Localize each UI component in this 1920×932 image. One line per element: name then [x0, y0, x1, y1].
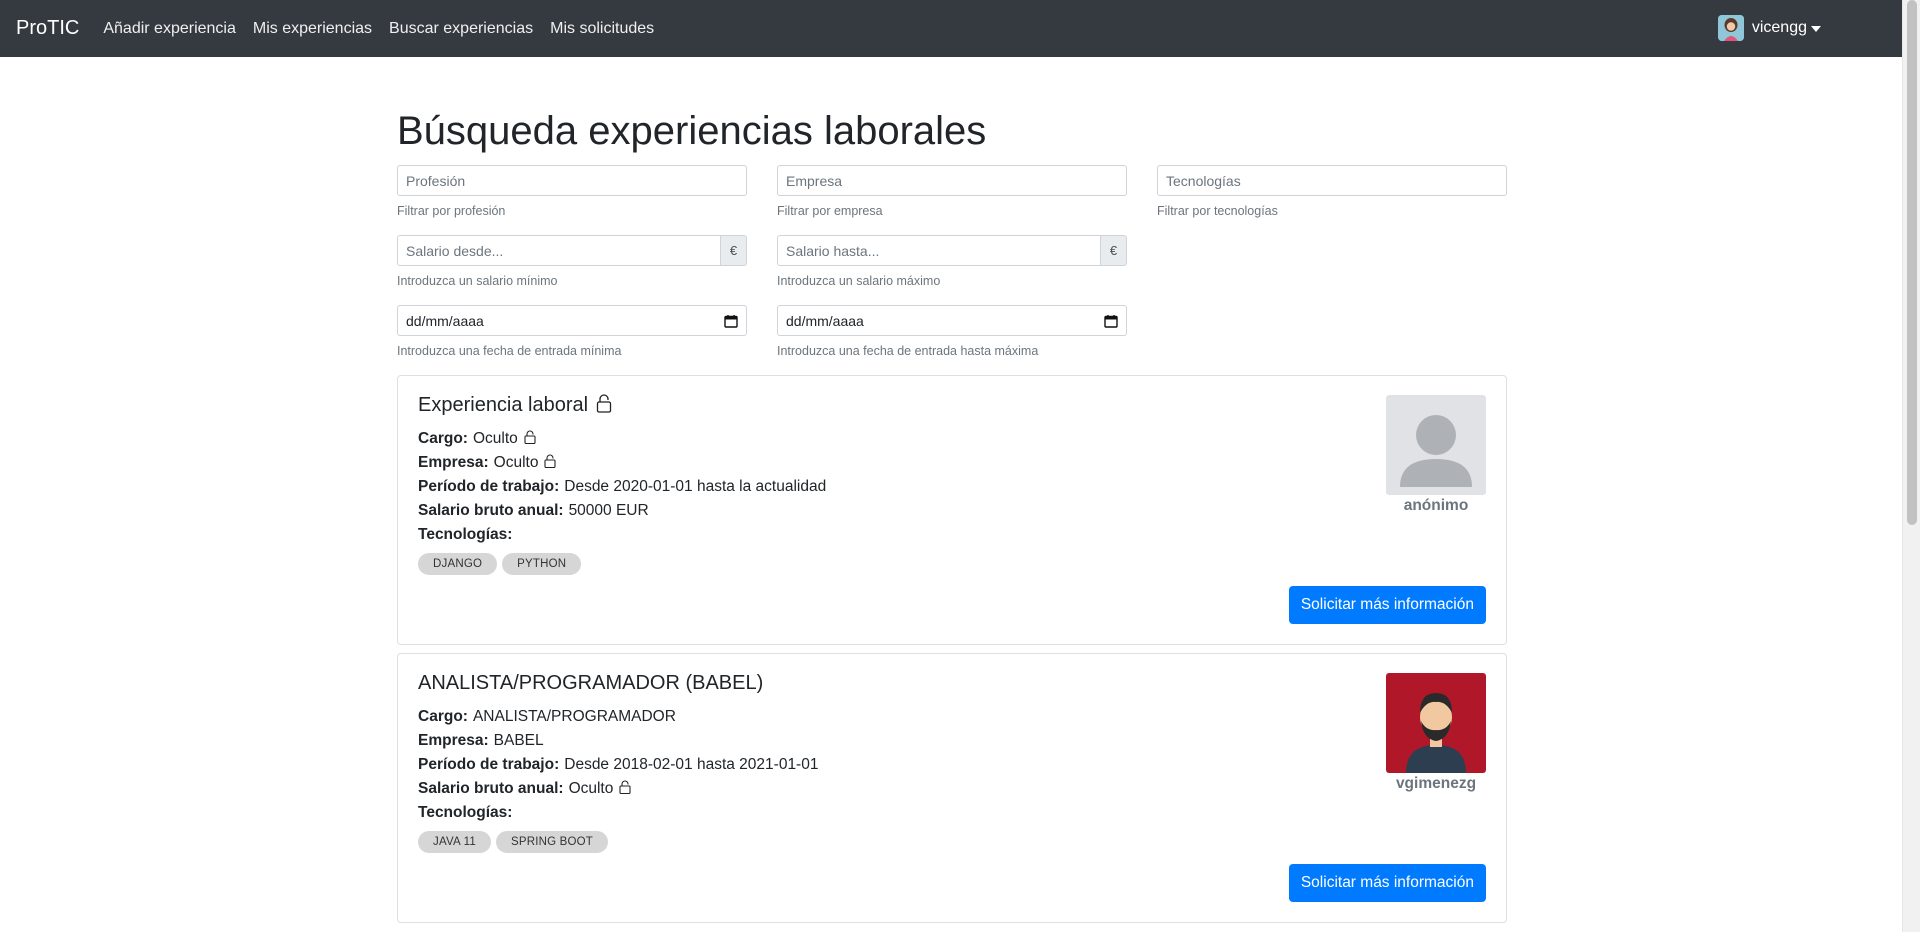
periodo-value: Desde 2018-02-01 hasta 2021-01-01 — [564, 756, 819, 773]
page-scrollbar[interactable] — [1902, 0, 1920, 932]
salario-desde-input[interactable]: Salario desde... — [397, 235, 721, 266]
tecnologias-label: Tecnologías: — [418, 804, 513, 821]
tecnologias-help: Filtrar por tecnologías — [1157, 204, 1278, 218]
empresa-row: Empresa: BABEL — [418, 729, 818, 753]
fecha-desde-value: dd/mm/aaaa — [406, 312, 484, 329]
euro-addon: € — [721, 235, 747, 266]
salario-label: Salario bruto anual: — [418, 502, 564, 519]
user-dropdown-toggle[interactable]: vicengg — [1717, 15, 1821, 41]
experience-title: Experiencia laboral — [418, 394, 826, 417]
periodo-label: Período de trabajo: — [418, 478, 560, 495]
periodo-row: Período de trabajo: Desde 2020-01-01 has… — [418, 475, 826, 499]
fecha-hasta-value: dd/mm/aaaa — [786, 312, 864, 329]
profesion-help: Filtrar por profesión — [397, 204, 506, 218]
tech-badges: JAVA 11 SPRING BOOT — [418, 831, 818, 853]
calendar-icon[interactable] — [1104, 314, 1118, 328]
experience-title-text: Experiencia laboral — [418, 394, 589, 416]
scrollbar-thumb[interactable] — [1907, 0, 1917, 525]
lock-icon — [619, 780, 631, 794]
page-title: Búsqueda experiencias laborales — [397, 109, 987, 153]
profile-username[interactable]: anónimo — [1386, 497, 1486, 515]
top-navbar: ProTIC Añadir experiencia Mis experienci… — [0, 0, 1902, 57]
fecha-desde-input[interactable]: dd/mm/aaaa — [397, 305, 747, 336]
empresa-value: Oculto — [493, 454, 539, 471]
tecnologias-row: Tecnologías: — [418, 801, 818, 825]
user-profile: anónimo — [1386, 395, 1486, 515]
cargo-label: Cargo: — [418, 430, 468, 447]
salario-hasta-help: Introduzca un salario máximo — [777, 274, 941, 288]
lock-icon — [596, 394, 612, 413]
request-info-button[interactable]: Solicitar más información — [1288, 586, 1486, 624]
tecnologias-label: Tecnologías: — [418, 526, 513, 543]
tecnologias-input[interactable]: Tecnologías — [1157, 165, 1507, 196]
user-profile: vgimenezg — [1386, 673, 1486, 793]
salario-desde-help: Introduzca un salario mínimo — [397, 274, 558, 288]
periodo-label: Período de trabajo: — [418, 756, 560, 773]
tech-badge: JAVA 11 — [418, 831, 491, 853]
filter-form: Profesión Filtrar por profesión Empresa … — [397, 165, 1507, 375]
empresa-label: Empresa: — [418, 454, 489, 471]
cargo-value: ANALISTA/PROGRAMADOR — [472, 708, 676, 725]
lock-icon — [524, 430, 536, 444]
username-label: vicengg — [1751, 19, 1807, 36]
profile-username[interactable]: vgimenezg — [1386, 775, 1486, 793]
brand-logo-link[interactable]: ProTIC — [16, 17, 79, 40]
nav-my-experiences[interactable]: Mis experiencias — [253, 20, 372, 38]
lock-icon — [544, 454, 557, 468]
anonymous-avatar-icon — [1386, 395, 1486, 495]
nav-my-requests[interactable]: Mis solicitudes — [550, 20, 654, 38]
profesion-input[interactable]: Profesión — [397, 165, 747, 196]
user-avatar-icon — [1717, 15, 1744, 41]
cargo-row: Cargo: Oculto — [418, 427, 826, 451]
periodo-value: Desde 2020-01-01 hasta la actualidad — [564, 478, 827, 495]
request-info-button[interactable]: Solicitar más información — [1288, 864, 1486, 902]
tech-badge: DJANGO — [418, 553, 498, 575]
cargo-row: Cargo: ANALISTA/PROGRAMADOR — [418, 705, 818, 729]
periodo-row: Período de trabajo: Desde 2018-02-01 has… — [418, 753, 818, 777]
salario-hasta-input[interactable]: Salario hasta... — [777, 235, 1101, 266]
cargo-value: Oculto — [472, 430, 518, 447]
tech-badge: PYTHON — [502, 553, 582, 575]
tecnologias-row: Tecnologías: — [418, 523, 826, 547]
empresa-row: Empresa: Oculto — [418, 451, 826, 475]
empresa-input[interactable]: Empresa — [777, 165, 1127, 196]
salario-row: Salario bruto anual: 50000 EUR — [418, 499, 826, 523]
euro-addon: € — [1101, 235, 1127, 266]
chevron-down-icon — [1811, 26, 1821, 32]
salario-value: Oculto — [568, 780, 614, 797]
main-content: Búsqueda experiencias laborales Profesió… — [397, 57, 1507, 931]
nav-add-experience[interactable]: Añadir experiencia — [103, 20, 236, 38]
fecha-hasta-help: Introduzca una fecha de entrada hasta má… — [777, 344, 1039, 358]
experience-card: Experiencia laboral Cargo: Oculto Empres… — [397, 375, 1507, 645]
nav-search-experiences[interactable]: Buscar experiencias — [389, 20, 533, 38]
experience-title: ANALISTA/PROGRAMADOR (BABEL) — [418, 672, 818, 695]
calendar-icon[interactable] — [724, 314, 738, 328]
salario-value: 50000 EUR — [568, 502, 649, 519]
fecha-hasta-input[interactable]: dd/mm/aaaa — [777, 305, 1127, 336]
experience-card: ANALISTA/PROGRAMADOR (BABEL) Cargo: ANAL… — [397, 653, 1507, 923]
tech-badges: DJANGO PYTHON — [418, 553, 826, 575]
salario-row: Salario bruto anual: Oculto — [418, 777, 818, 801]
empresa-value: BABEL — [493, 732, 544, 749]
empresa-help: Filtrar por empresa — [777, 204, 883, 218]
experience-title-text: ANALISTA/PROGRAMADOR (BABEL) — [418, 672, 764, 694]
user-avatar-icon — [1386, 673, 1486, 773]
cargo-label: Cargo: — [418, 708, 468, 725]
fecha-desde-help: Introduzca una fecha de entrada mínima — [397, 344, 622, 358]
salario-label: Salario bruto anual: — [418, 780, 564, 797]
empresa-label: Empresa: — [418, 732, 489, 749]
tech-badge: SPRING BOOT — [495, 831, 609, 853]
